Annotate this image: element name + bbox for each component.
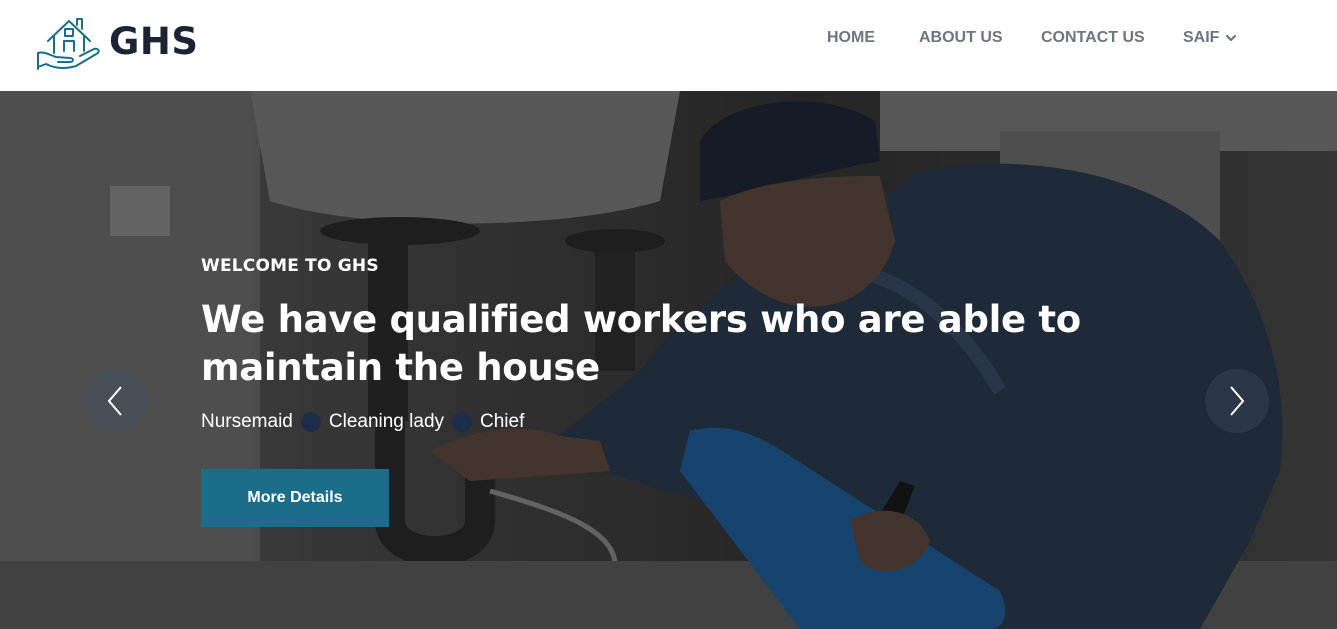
- role-nursemaid: Nursemaid: [201, 411, 293, 432]
- site-header: GHS HOME ABOUT US CONTACT US SAIF: [0, 0, 1337, 91]
- role-separator-dot: [452, 412, 473, 432]
- hero-slider: WELCOME TO GHS We have qualified workers…: [0, 91, 1337, 629]
- role-separator-dot: [300, 412, 321, 432]
- slider-next-button[interactable]: [1205, 369, 1269, 433]
- chevron-down-icon: [1226, 34, 1237, 42]
- hero-headline: We have qualified workers who are able t…: [201, 298, 1081, 389]
- nav-about-us[interactable]: ABOUT US: [919, 27, 1003, 49]
- nav-home[interactable]: HOME: [827, 27, 875, 49]
- role-chief: Chief: [480, 411, 525, 432]
- nav-contact-us[interactable]: CONTACT US: [1041, 27, 1145, 49]
- role-cleaning-lady: Cleaning lady: [328, 411, 445, 432]
- chevron-right-icon: [1230, 386, 1245, 416]
- hero-roles: Nursemaid Cleaning lady Chief: [201, 411, 524, 433]
- main-nav: HOME ABOUT US CONTACT US SAIF: [0, 27, 1337, 49]
- chevron-left-icon: [107, 386, 122, 416]
- more-details-button[interactable]: More Details: [201, 469, 389, 527]
- nav-user-label: SAIF: [1183, 29, 1220, 46]
- slider-prev-button[interactable]: [83, 369, 147, 433]
- hero-welcome: WELCOME TO GHS: [201, 256, 379, 276]
- nav-user-menu[interactable]: SAIF: [1183, 27, 1237, 49]
